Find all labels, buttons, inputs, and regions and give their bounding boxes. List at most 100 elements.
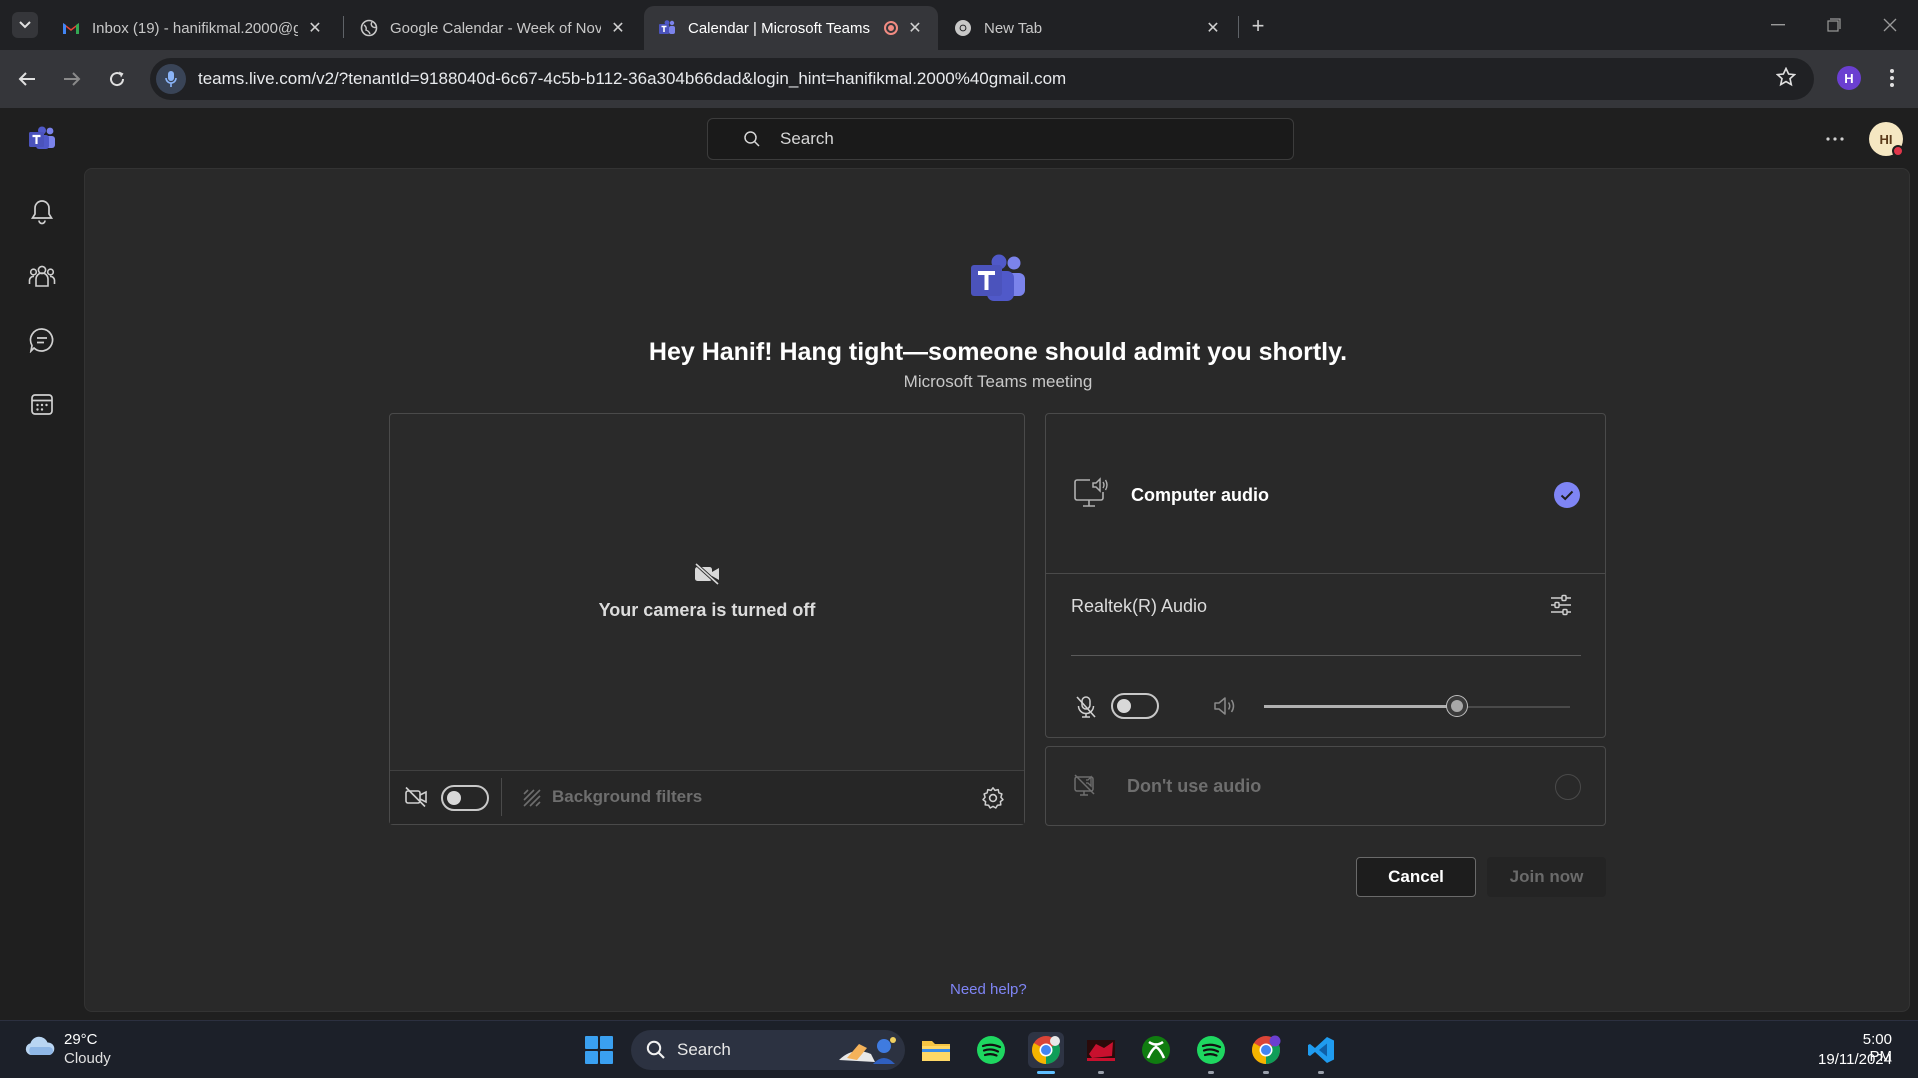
cancel-button[interactable]: Cancel — [1356, 857, 1476, 897]
camera-off-icon — [405, 786, 427, 808]
volume-slider-thumb[interactable] — [1446, 696, 1467, 716]
camera-toggle[interactable] — [441, 785, 489, 811]
tab-separator — [1238, 16, 1239, 38]
teams-logo-icon[interactable] — [28, 126, 56, 152]
file-explorer-icon[interactable] — [918, 1032, 954, 1068]
windows-start-icon[interactable] — [585, 1036, 613, 1064]
status-badge — [1892, 145, 1904, 157]
spotify-icon[interactable] — [973, 1032, 1009, 1068]
chrome-taskbar-icon[interactable] — [1028, 1032, 1064, 1068]
xbox-icon[interactable] — [1138, 1032, 1174, 1068]
reload-button[interactable] — [100, 62, 134, 96]
divider — [1046, 573, 1605, 574]
tab-gmail[interactable]: Inbox (19) - hanifikmal.2000@g ✕ — [48, 6, 338, 50]
device-settings-sliders-icon[interactable] — [1549, 594, 1573, 616]
gmail-icon — [62, 19, 80, 37]
meeting-type-label: Microsoft Teams meeting — [903, 372, 1093, 391]
dont-use-audio-radio[interactable] — [1555, 774, 1581, 800]
browser-tab-strip: Inbox (19) - hanifikmal.2000@g ✕ Google … — [0, 0, 1918, 50]
teams-left-rail — [0, 168, 84, 1020]
speaker-icon — [1214, 697, 1235, 715]
close-icon — [1883, 18, 1897, 32]
audio-device-select[interactable]: Realtek(R) Audio — [1071, 596, 1207, 617]
camera-off-icon — [694, 562, 720, 586]
recording-icon — [884, 21, 898, 35]
no-audio-icon — [1074, 774, 1095, 796]
clock-date[interactable]: 19/11/2024 — [1792, 1051, 1892, 1068]
audio-options-panel — [1045, 413, 1606, 738]
camera-off-message: Your camera is turned off — [598, 600, 816, 620]
taskbar-search[interactable]: Search — [631, 1030, 905, 1070]
activity-bell-icon[interactable] — [26, 196, 58, 228]
volume-slider-fill — [1264, 705, 1457, 708]
tab-microsoft-teams[interactable]: Calendar | Microsoft Teams ✕ — [644, 6, 938, 50]
computer-audio-option[interactable]: Computer audio — [1131, 485, 1269, 506]
forward-button[interactable] — [55, 62, 89, 96]
tab-google-calendar[interactable]: Google Calendar - Week of Nov ✕ — [346, 6, 641, 50]
search-icon — [742, 129, 762, 149]
teams-search-box[interactable]: Search — [707, 118, 1294, 160]
close-window-button[interactable] — [1862, 0, 1918, 50]
join-now-button[interactable]: Join now — [1487, 857, 1606, 897]
gear-icon[interactable] — [981, 786, 1005, 810]
close-icon[interactable]: ✕ — [906, 19, 924, 37]
close-icon[interactable]: ✕ — [306, 19, 324, 37]
tab-title: Calendar | Microsoft Teams — [688, 19, 871, 37]
avatar-initials: HI — [1879, 131, 1893, 147]
tab-new-tab[interactable]: New Tab ✕ — [940, 6, 1236, 50]
teams-logo-large-icon — [971, 254, 1025, 301]
tab-search-button[interactable] — [12, 12, 38, 38]
globe-icon — [360, 19, 378, 37]
restore-icon — [1827, 18, 1841, 32]
teams-icon — [658, 19, 676, 37]
tab-separator — [343, 16, 344, 38]
running-app-indicator — [1318, 1071, 1324, 1074]
cloud-weather-icon[interactable] — [22, 1033, 56, 1059]
bookmark-star-icon[interactable] — [1775, 66, 1797, 93]
weather-condition[interactable]: Cloudy — [64, 1050, 111, 1067]
chrome-icon — [954, 19, 972, 37]
vscode-icon[interactable] — [1303, 1032, 1339, 1068]
background-filters-icon — [523, 789, 541, 807]
dont-use-audio-label[interactable]: Don't use audio — [1127, 776, 1261, 797]
page-title: Hey Hanif! Hang tight—someone should adm… — [648, 338, 1348, 366]
close-icon[interactable]: ✕ — [609, 19, 627, 37]
spotify-icon[interactable] — [1193, 1032, 1229, 1068]
arrow-left-icon — [18, 72, 35, 86]
chrome-profile-icon[interactable] — [1248, 1032, 1284, 1068]
minimize-icon — [1771, 24, 1785, 26]
divider — [1071, 655, 1581, 656]
more-vertical-icon — [1890, 69, 1894, 87]
more-horizontal-icon — [1826, 137, 1844, 141]
selected-check-icon[interactable] — [1554, 482, 1580, 508]
minimize-button[interactable] — [1750, 0, 1806, 50]
screen: Inbox (19) - hanifikmal.2000@g ✕ Google … — [0, 0, 1918, 1078]
restore-button[interactable] — [1806, 0, 1862, 50]
divider — [501, 778, 502, 816]
need-help-link[interactable]: Need help? — [950, 981, 1027, 998]
more-options-button[interactable] — [1820, 124, 1850, 154]
browser-menu-button[interactable] — [1880, 62, 1904, 94]
weather-temperature[interactable]: 29°C — [64, 1031, 98, 1048]
tab-title: New Tab — [984, 19, 1043, 37]
computer-audio-icon — [1074, 476, 1108, 507]
address-bar[interactable]: teams.live.com/v2/?tenantId=9188040d-6c6… — [150, 58, 1814, 100]
communities-icon[interactable] — [26, 260, 58, 292]
windows-taskbar — [0, 1020, 1918, 1078]
back-button[interactable] — [10, 62, 44, 96]
game-app-icon[interactable] — [1083, 1032, 1119, 1068]
microphone-toggle[interactable] — [1111, 693, 1159, 719]
new-tab-button[interactable]: + — [1244, 12, 1272, 40]
chevron-down-icon — [19, 21, 31, 29]
microphone-icon[interactable] — [156, 64, 186, 94]
calendar-icon[interactable] — [26, 388, 58, 420]
arrow-right-icon — [64, 72, 81, 86]
background-filters-button[interactable]: Background filters — [552, 787, 702, 807]
close-icon[interactable]: ✕ — [1204, 19, 1222, 37]
active-app-indicator — [1037, 1071, 1055, 1074]
user-avatar[interactable]: HI — [1869, 122, 1904, 157]
url-text: teams.live.com/v2/?tenantId=9188040d-6c6… — [198, 69, 1067, 88]
search-placeholder: Search — [780, 129, 834, 148]
search-highlight-illustration-icon — [839, 1037, 896, 1064]
browser-profile-avatar[interactable]: H — [1837, 66, 1861, 90]
